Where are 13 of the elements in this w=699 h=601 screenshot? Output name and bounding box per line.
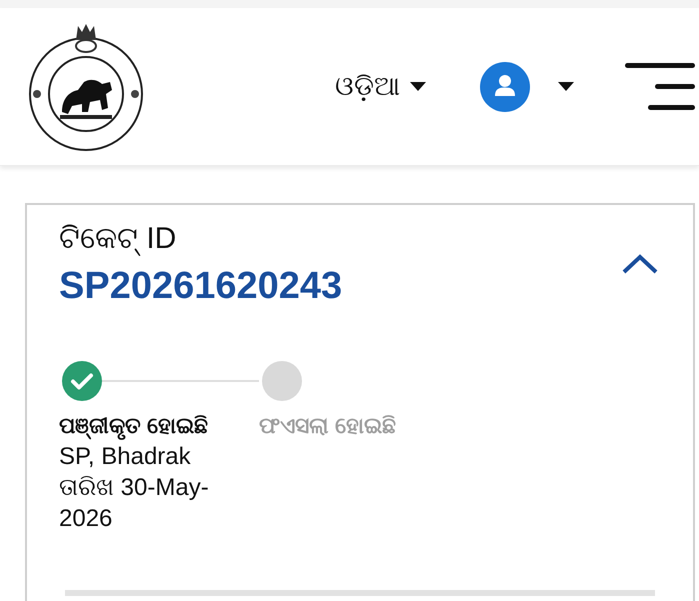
ticket-label: ଟିକେଟ୍ ID (59, 221, 178, 258)
step-detail: SP, Bhadrak (59, 442, 192, 472)
user-menu-button[interactable] (480, 62, 574, 112)
caret-icon (558, 82, 574, 91)
language-dropdown[interactable]: ଓଡ଼ିଆ (335, 73, 426, 100)
step-detail: ତାରିଖ 30-May-2026 (59, 473, 210, 534)
step-title: ଫଏସଲା ହୋଇଛି (259, 412, 398, 440)
menu-icon[interactable] (625, 62, 695, 110)
chevron-up-icon[interactable] (621, 253, 659, 275)
user-avatar-icon (480, 62, 530, 112)
caret-icon (410, 82, 426, 91)
step-title: ପଞ୍ଜୀକୃତ ହୋଇଛି (59, 412, 210, 441)
ticket-id: SP20261620243 (59, 264, 342, 309)
